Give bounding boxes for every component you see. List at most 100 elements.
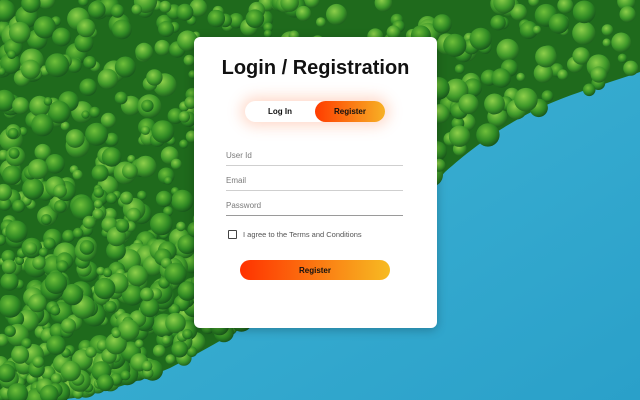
tree-canopy	[104, 300, 117, 313]
tree-canopy	[97, 68, 119, 90]
tree-canopy	[516, 72, 525, 82]
tree-canopy	[102, 268, 113, 278]
tree-canopy	[94, 277, 116, 300]
tree-canopy	[52, 27, 71, 47]
login-page: Login / Registration Log In Register I a…	[0, 0, 640, 400]
tree-canopy	[56, 260, 69, 273]
tree-canopy	[118, 319, 140, 341]
tree-canopy	[50, 305, 61, 316]
tree-canopy	[126, 265, 148, 287]
tree-canopy	[40, 214, 52, 225]
tree-canopy	[491, 68, 512, 88]
tree-canopy	[176, 3, 194, 21]
tree-canopy	[91, 164, 109, 182]
tree-canopy	[572, 0, 596, 24]
tree-canopy	[54, 200, 67, 213]
tree-canopy	[490, 15, 506, 31]
tree-canopy	[619, 6, 636, 23]
tree-canopy	[602, 38, 611, 47]
tree-canopy	[20, 59, 41, 80]
tree-canopy	[27, 158, 49, 180]
tree-canopy	[120, 370, 131, 381]
tree-canopy	[45, 154, 65, 174]
tree-canopy	[557, 69, 568, 80]
tree-canopy	[83, 56, 97, 69]
tree-canopy	[171, 189, 194, 212]
terms-label: I agree to the Terms and Conditions	[243, 229, 362, 239]
tree-canopy	[141, 99, 154, 113]
tree-canopy	[137, 190, 147, 201]
tree-canopy	[111, 329, 121, 339]
tree-canopy	[45, 53, 70, 78]
password-input[interactable]	[226, 195, 403, 216]
tree-canopy	[60, 318, 77, 334]
tree-canopy	[295, 5, 312, 22]
tree-canopy	[611, 32, 632, 53]
tree-canopy	[89, 106, 101, 118]
tree-canopy	[131, 4, 143, 15]
tree-canopy	[146, 69, 163, 86]
tree-canopy	[65, 129, 85, 148]
tree-canopy	[43, 237, 56, 250]
tree-canopy	[32, 256, 46, 270]
tree-canopy	[31, 113, 54, 137]
tree-canopy	[158, 21, 175, 37]
tree-canopy	[623, 60, 639, 76]
tree-canopy	[62, 229, 75, 243]
email-input[interactable]	[226, 170, 403, 191]
tree-canopy	[548, 13, 569, 34]
tree-canopy	[8, 21, 31, 44]
tree-canopy	[532, 25, 542, 34]
tree-canopy	[112, 19, 132, 40]
tree-canopy	[165, 312, 186, 334]
tree-canopy	[150, 212, 173, 236]
tree-canopy	[32, 356, 44, 368]
tree-canopy	[121, 163, 138, 180]
tree-canopy	[106, 192, 118, 204]
login-register-toggle: Log In Register	[245, 101, 385, 122]
tree-canopy	[140, 298, 160, 318]
tree-canopy	[93, 199, 103, 209]
tree-canopy	[4, 325, 16, 337]
tab-log-in[interactable]: Log In	[245, 101, 315, 122]
tree-canopy	[171, 340, 188, 358]
tree-canopy	[140, 287, 154, 302]
tree-canopy	[448, 125, 471, 147]
tree-canopy	[164, 262, 187, 285]
tree-canopy	[93, 187, 104, 198]
tree-canopy	[5, 220, 28, 243]
tree-canopy	[101, 147, 122, 167]
tree-canopy	[0, 272, 19, 291]
tree-canopy	[110, 4, 125, 18]
tree-canopy	[152, 344, 166, 358]
tree-canopy	[176, 221, 186, 232]
tree-canopy	[454, 64, 465, 74]
tree-canopy	[79, 240, 95, 255]
tree-canopy	[12, 97, 30, 115]
tree-canopy	[1, 259, 17, 275]
tree-canopy	[170, 158, 182, 170]
tree-canopy	[46, 335, 66, 356]
tree-canopy	[178, 111, 190, 123]
tree-canopy	[115, 219, 130, 233]
tree-canopy	[79, 78, 97, 96]
terms-checkbox[interactable]	[228, 229, 237, 239]
tree-canopy	[81, 110, 90, 119]
tab-register[interactable]: Register	[315, 101, 385, 122]
tree-canopy	[159, 0, 172, 13]
tree-canopy	[88, 1, 106, 19]
tree-canopy	[141, 360, 153, 372]
tree-canopy	[326, 3, 347, 25]
tree-canopy	[141, 125, 150, 135]
tree-canopy	[114, 91, 128, 105]
terms-row: I agree to the Terms and Conditions	[228, 228, 362, 240]
register-submit-button[interactable]: Register	[240, 260, 390, 280]
user-id-input[interactable]	[226, 145, 403, 166]
tree-canopy	[134, 155, 157, 178]
tree-canopy	[484, 93, 505, 115]
tree-canopy	[12, 199, 25, 213]
tree-canopy	[316, 17, 326, 27]
tree-canopy	[572, 21, 596, 45]
tree-canopy	[8, 147, 20, 159]
tree-canopy	[2, 165, 22, 185]
